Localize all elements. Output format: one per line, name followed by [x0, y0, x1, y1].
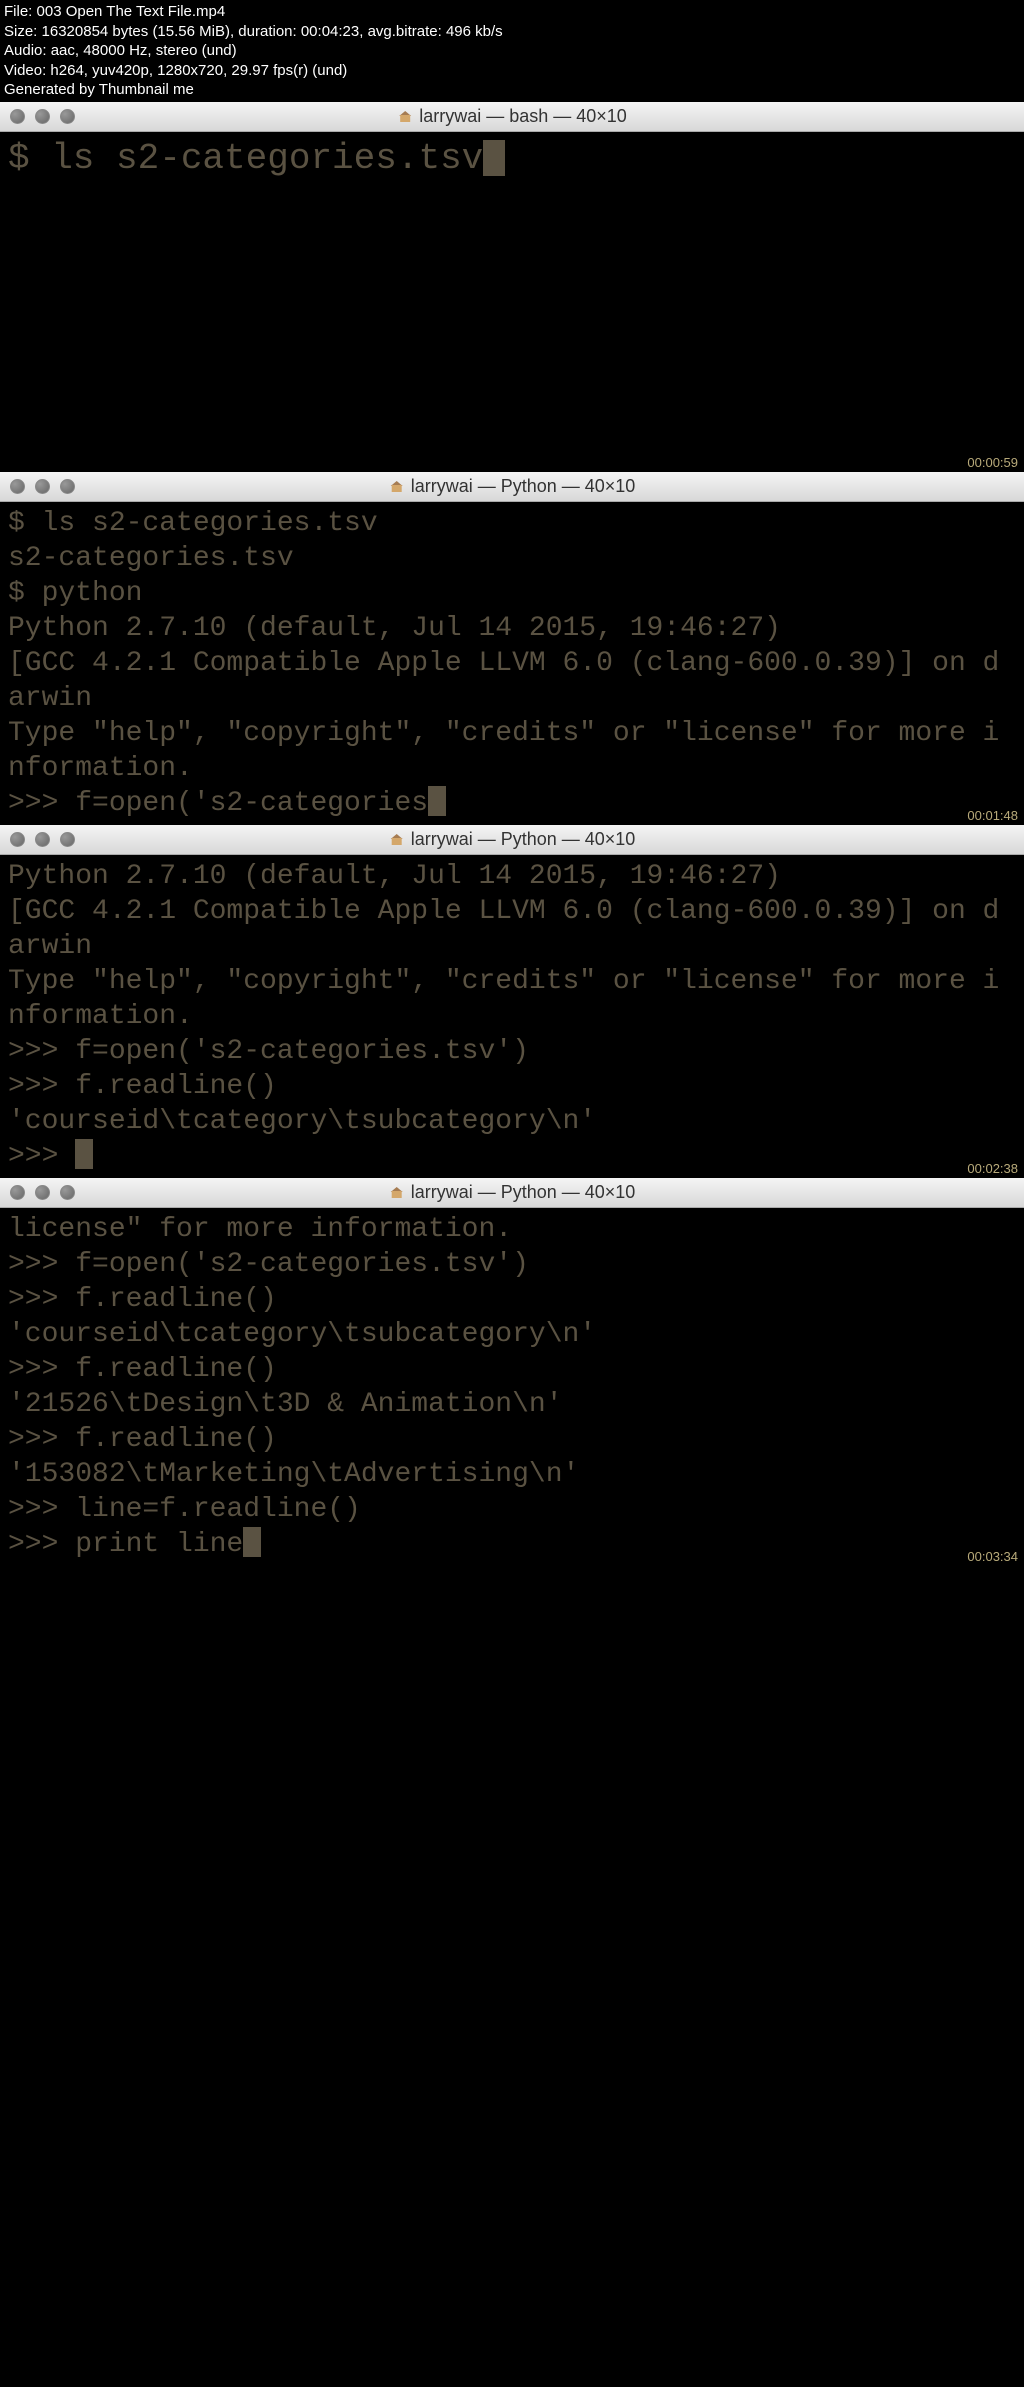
close-icon[interactable] [10, 832, 25, 847]
titlebar[interactable]: larrywai — Python — 40×10 [0, 1178, 1024, 1208]
audio-line: Audio: aac, 48000 Hz, stereo (und) [4, 41, 1020, 61]
close-icon[interactable] [10, 1185, 25, 1200]
traffic-lights [10, 832, 75, 847]
terminal-text: $ ls s2-categories.tsv s2-categories.tsv… [8, 508, 999, 819]
home-icon [389, 478, 405, 494]
terminal-text: $ ls s2-categories.tsv [8, 138, 483, 179]
cursor-icon [483, 140, 505, 176]
terminal-content[interactable]: $ ls s2-categories.tsv s2-categories.tsv… [0, 502, 1024, 825]
terminal-content[interactable]: $ ls s2-categories.tsv [0, 132, 1024, 472]
close-icon[interactable] [10, 109, 25, 124]
cursor-icon [243, 1527, 261, 1557]
traffic-lights [10, 109, 75, 124]
titlebar[interactable]: larrywai — bash — 40×10 [0, 102, 1024, 132]
window-title: larrywai — Python — 40×10 [389, 476, 636, 497]
traffic-lights [10, 479, 75, 494]
size-line: Size: 16320854 bytes (15.56 MiB), durati… [4, 22, 1020, 42]
home-icon [389, 1184, 405, 1200]
terminal-content[interactable]: Python 2.7.10 (default, Jul 14 2015, 19:… [0, 855, 1024, 1178]
video-line: Video: h264, yuv420p, 1280x720, 29.97 fp… [4, 61, 1020, 81]
title-text: larrywai — Python — 40×10 [411, 829, 636, 850]
cursor-icon [75, 1139, 93, 1169]
minimize-icon[interactable] [35, 1185, 50, 1200]
terminal-text: license" for more information. >>> f=ope… [8, 1214, 596, 1560]
media-info-header: File: 003 Open The Text File.mp4 Size: 1… [0, 0, 1024, 102]
generated-line: Generated by Thumbnail me [4, 80, 1020, 100]
terminal-window-4: larrywai — Python — 40×10 license" for m… [0, 1178, 1024, 1566]
timestamp: 00:02:38 [967, 1161, 1018, 1176]
terminal-text: Python 2.7.10 (default, Jul 14 2015, 19:… [8, 861, 999, 1172]
file-line: File: 003 Open The Text File.mp4 [4, 2, 1020, 22]
terminal-window-2: larrywai — Python — 40×10 $ ls s2-catego… [0, 472, 1024, 825]
home-icon [389, 831, 405, 847]
window-title: larrywai — Python — 40×10 [389, 829, 636, 850]
zoom-icon[interactable] [60, 1185, 75, 1200]
minimize-icon[interactable] [35, 109, 50, 124]
zoom-icon[interactable] [60, 109, 75, 124]
terminal-window-3: larrywai — Python — 40×10 Python 2.7.10 … [0, 825, 1024, 1178]
minimize-icon[interactable] [35, 479, 50, 494]
title-text: larrywai — Python — 40×10 [411, 1182, 636, 1203]
timestamp: 00:03:34 [967, 1549, 1018, 1564]
titlebar[interactable]: larrywai — Python — 40×10 [0, 472, 1024, 502]
timestamp: 00:00:59 [967, 455, 1018, 470]
terminal-content[interactable]: license" for more information. >>> f=ope… [0, 1208, 1024, 1566]
home-icon [397, 108, 413, 124]
timestamp: 00:01:48 [967, 808, 1018, 823]
terminal-window-1: larrywai — bash — 40×10 $ ls s2-categori… [0, 102, 1024, 472]
title-text: larrywai — Python — 40×10 [411, 476, 636, 497]
minimize-icon[interactable] [35, 832, 50, 847]
traffic-lights [10, 1185, 75, 1200]
title-text: larrywai — bash — 40×10 [419, 106, 627, 127]
window-title: larrywai — Python — 40×10 [389, 1182, 636, 1203]
zoom-icon[interactable] [60, 479, 75, 494]
zoom-icon[interactable] [60, 832, 75, 847]
window-title: larrywai — bash — 40×10 [397, 106, 627, 127]
titlebar[interactable]: larrywai — Python — 40×10 [0, 825, 1024, 855]
cursor-icon [428, 786, 446, 816]
close-icon[interactable] [10, 479, 25, 494]
